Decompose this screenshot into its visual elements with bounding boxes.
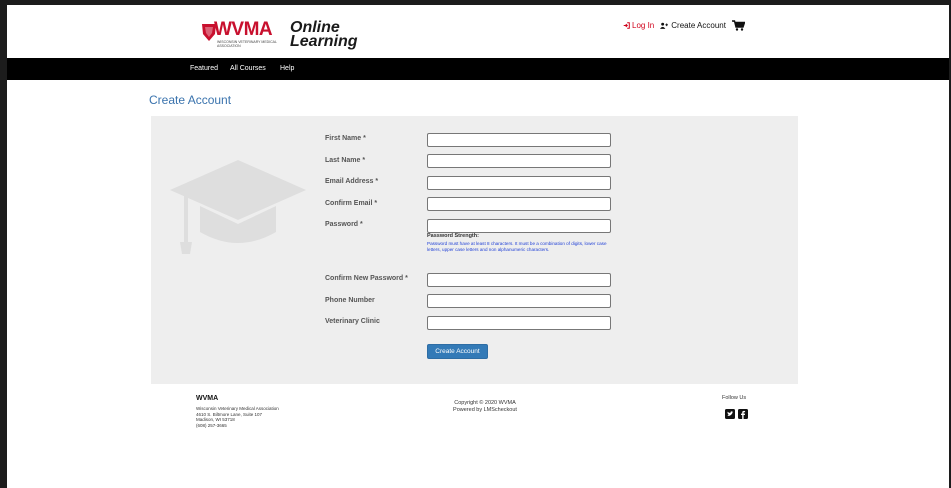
confirm-password-input[interactable] xyxy=(427,273,611,287)
create-account-button[interactable]: Create Account xyxy=(427,344,488,359)
account-links: Log In Create Account xyxy=(623,20,745,31)
password-strength-label: Password Strength: xyxy=(427,233,479,239)
footer-org-name: WVMA xyxy=(196,395,219,402)
login-link[interactable]: Log In xyxy=(623,21,654,30)
confirm-email-input[interactable] xyxy=(427,197,611,211)
window-frame-top xyxy=(0,0,951,5)
main-nav: Featured All Courses Help xyxy=(7,58,949,80)
phone-label: Phone Number xyxy=(325,297,375,304)
nav-featured[interactable]: Featured xyxy=(190,65,218,72)
footer-copyright: Copyright © 2020 WVMA Powered by LMSchec… xyxy=(445,400,525,413)
copyright-text: Copyright © 2020 WVMA xyxy=(454,400,516,406)
clinic-label: Veterinary Clinic xyxy=(325,318,380,325)
password-input[interactable] xyxy=(427,219,611,233)
confirm-email-label: Confirm Email * xyxy=(325,200,378,207)
graduation-cap-icon xyxy=(170,160,306,254)
email-input[interactable] xyxy=(427,176,611,190)
footer-address-line: Wisconsin Veterinary Medical Association xyxy=(196,406,279,411)
cart-button[interactable] xyxy=(731,20,745,31)
follow-us-label: Follow Us xyxy=(722,395,747,401)
last-name-label: Last Name * xyxy=(325,157,366,164)
facebook-icon[interactable] xyxy=(738,409,748,419)
login-label: Log In xyxy=(632,21,655,30)
first-name-label: First Name * xyxy=(325,135,366,142)
first-name-input[interactable] xyxy=(427,133,611,147)
window-frame-left xyxy=(0,0,7,488)
page-title: Create Account xyxy=(149,93,232,107)
social-links xyxy=(725,409,748,419)
clinic-input[interactable] xyxy=(427,316,611,330)
last-name-input[interactable] xyxy=(427,154,611,168)
password-help-text: Password must have at least 8 characters… xyxy=(427,241,607,252)
cart-icon xyxy=(731,20,745,31)
nav-all-courses[interactable]: All Courses xyxy=(230,65,266,72)
logo-brand-text: WVMA xyxy=(214,19,273,40)
confirm-password-label: Confirm New Password * xyxy=(325,275,408,282)
email-label: Email Address * xyxy=(325,178,379,185)
create-account-panel: First Name * Last Name * Email Address *… xyxy=(151,116,798,384)
sign-in-icon xyxy=(623,22,630,29)
footer-address: Wisconsin Veterinary Medical Association… xyxy=(196,406,279,428)
create-account-link[interactable]: Create Account xyxy=(660,21,726,30)
phone-input[interactable] xyxy=(427,294,611,308)
footer-address-line: (608) 257-3665 xyxy=(196,422,227,428)
user-plus-icon xyxy=(660,22,669,29)
password-label: Password * xyxy=(325,221,363,228)
logo-subtitle: WISCONSIN VETERINARY MEDICAL ASSOCIATION xyxy=(217,40,277,48)
nav-help[interactable]: Help xyxy=(280,65,294,72)
create-account-label: Create Account xyxy=(671,21,726,30)
logo-learning-text: Learning xyxy=(290,33,358,50)
powered-by-text: Powered by LMScheckout xyxy=(453,406,517,413)
twitter-icon[interactable] xyxy=(725,409,735,419)
